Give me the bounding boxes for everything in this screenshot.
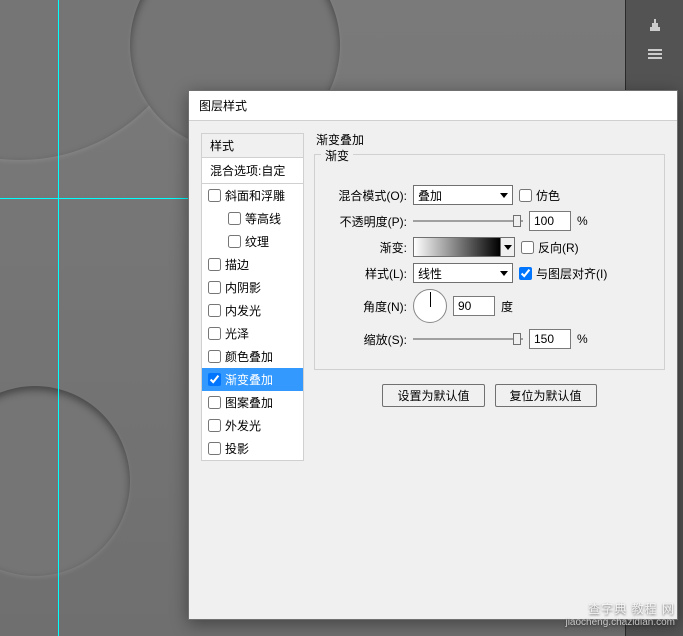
style-item[interactable]: 图案叠加 (202, 391, 303, 414)
style-item-checkbox[interactable] (228, 212, 241, 225)
style-item-label: 光泽 (225, 325, 249, 342)
make-default-button[interactable]: 设置为默认值 (382, 384, 484, 407)
style-item[interactable]: 内发光 (202, 299, 303, 322)
style-item-checkbox[interactable] (208, 442, 221, 455)
style-item-label: 颜色叠加 (225, 348, 273, 365)
blending-options[interactable]: 混合选项:自定 (202, 158, 303, 184)
align-check-input[interactable] (519, 267, 532, 280)
style-item-checkbox[interactable] (208, 350, 221, 363)
reverse-checkbox[interactable]: 反向(R) (521, 239, 579, 256)
styles-header[interactable]: 样式 (202, 134, 303, 158)
style-item-checkbox[interactable] (208, 189, 221, 202)
dither-label: 仿色 (536, 187, 560, 204)
style-item[interactable]: 纹理 (202, 230, 303, 253)
scale-label: 缩放(S): (325, 331, 407, 348)
watermark-sub: jiaocheng.chazidian.com (565, 617, 675, 628)
gradient-picker[interactable] (413, 237, 515, 257)
style-item[interactable]: 斜面和浮雕 (202, 184, 303, 207)
reset-default-button[interactable]: 复位为默认值 (495, 384, 597, 407)
style-item-label: 斜面和浮雕 (225, 187, 285, 204)
style-item-checkbox[interactable] (208, 258, 221, 271)
opacity-label: 不透明度(P): (325, 213, 407, 230)
style-item-checkbox[interactable] (208, 304, 221, 317)
chevron-down-icon (500, 271, 508, 276)
reverse-label: 反向(R) (538, 239, 579, 256)
style-item-label: 外发光 (225, 417, 261, 434)
style-item-label: 渐变叠加 (225, 371, 273, 388)
style-item[interactable]: 等高线 (202, 207, 303, 230)
angle-dial[interactable] (413, 289, 447, 323)
gradient-preview (414, 238, 500, 256)
angle-label: 角度(N): (325, 298, 407, 315)
style-item-label: 图案叠加 (225, 394, 273, 411)
style-item[interactable]: 外发光 (202, 414, 303, 437)
scale-input[interactable] (529, 329, 571, 349)
style-item[interactable]: 光泽 (202, 322, 303, 345)
gradient-dropdown-button[interactable] (500, 238, 514, 256)
fieldset-title: 渐变 (321, 147, 353, 164)
style-item-checkbox[interactable] (208, 373, 221, 386)
brush-tool-icon[interactable] (643, 14, 667, 38)
style-value: 线性 (418, 265, 442, 282)
section-title: 渐变叠加 (316, 131, 665, 148)
scale-unit: % (577, 332, 588, 346)
scale-slider[interactable] (413, 332, 523, 346)
style-item-label: 内阴影 (225, 279, 261, 296)
settings-panel: 渐变叠加 渐变 混合模式(O): 叠加 仿色 不透明度(P): (304, 121, 677, 621)
dialog-title: 图层样式 (189, 91, 677, 121)
styles-panel: 样式 混合选项:自定 斜面和浮雕等高线纹理描边内阴影内发光光泽颜色叠加渐变叠加图… (189, 121, 304, 621)
opacity-slider[interactable] (413, 214, 523, 228)
style-item-label: 投影 (225, 440, 249, 457)
blend-mode-label: 混合模式(O): (325, 187, 407, 204)
layer-style-dialog: 图层样式 样式 混合选项:自定 斜面和浮雕等高线纹理描边内阴影内发光光泽颜色叠加… (188, 90, 678, 620)
style-item-checkbox[interactable] (228, 235, 241, 248)
align-checkbox[interactable]: 与图层对齐(I) (519, 265, 607, 282)
style-item[interactable]: 渐变叠加 (202, 368, 303, 391)
options-icon[interactable] (643, 42, 667, 66)
chevron-down-icon (504, 245, 512, 250)
style-item-label: 等高线 (245, 210, 281, 227)
style-item[interactable]: 描边 (202, 253, 303, 276)
gradient-label: 渐变: (325, 239, 407, 256)
gradient-fieldset: 渐变 混合模式(O): 叠加 仿色 不透明度(P): (314, 154, 665, 370)
style-item-checkbox[interactable] (208, 281, 221, 294)
reverse-check-input[interactable] (521, 241, 534, 254)
watermark-main: 查字典 教程 网 (565, 600, 675, 617)
bg-circle (0, 386, 130, 576)
guide-vertical[interactable] (58, 0, 59, 636)
style-item[interactable]: 颜色叠加 (202, 345, 303, 368)
angle-unit: 度 (501, 298, 513, 315)
dither-checkbox[interactable]: 仿色 (519, 187, 560, 204)
opacity-input[interactable] (529, 211, 571, 231)
style-label: 样式(L): (325, 265, 407, 282)
style-item[interactable]: 投影 (202, 437, 303, 460)
watermark: 查字典 教程 网 jiaocheng.chazidian.com (565, 600, 675, 628)
style-item-checkbox[interactable] (208, 396, 221, 409)
align-label: 与图层对齐(I) (536, 265, 607, 282)
style-item-label: 描边 (225, 256, 249, 273)
style-item-label: 内发光 (225, 302, 261, 319)
style-item-checkbox[interactable] (208, 327, 221, 340)
dither-check-input[interactable] (519, 189, 532, 202)
angle-input[interactable] (453, 296, 495, 316)
style-select[interactable]: 线性 (413, 263, 513, 283)
style-item-label: 纹理 (245, 233, 269, 250)
blend-mode-value: 叠加 (418, 187, 442, 204)
opacity-unit: % (577, 214, 588, 228)
style-item[interactable]: 内阴影 (202, 276, 303, 299)
chevron-down-icon (500, 193, 508, 198)
style-item-checkbox[interactable] (208, 419, 221, 432)
blend-mode-select[interactable]: 叠加 (413, 185, 513, 205)
